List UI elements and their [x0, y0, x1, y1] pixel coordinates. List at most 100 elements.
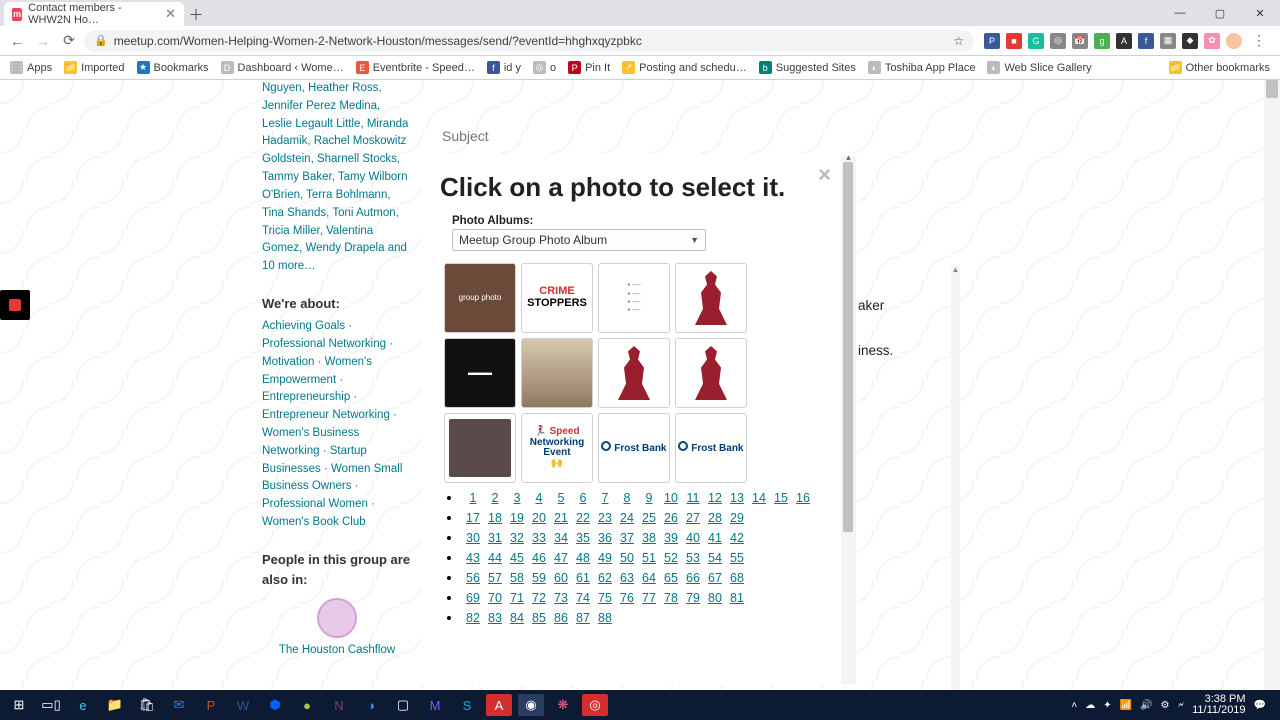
page-link[interactable]: 67 [708, 571, 722, 585]
page-link[interactable]: 15 [774, 491, 788, 505]
page-link[interactable]: 2 [488, 491, 502, 505]
photo-thumb[interactable] [598, 338, 670, 408]
photo-thumb[interactable] [521, 338, 593, 408]
about-tags[interactable]: Achieving Goals · Professional Networkin… [262, 318, 412, 532]
window-maximize-button[interactable]: ▢ [1200, 0, 1240, 26]
page-link[interactable]: 88 [598, 611, 612, 625]
page-link[interactable]: 71 [510, 591, 524, 605]
page-link[interactable]: 40 [686, 531, 700, 545]
page-link[interactable]: 54 [708, 551, 722, 565]
page-link[interactable]: 45 [510, 551, 524, 565]
page-link[interactable]: 46 [532, 551, 546, 565]
bm-o[interactable]: ◎o [533, 61, 556, 74]
modal-close-button[interactable]: × [818, 162, 831, 188]
page-link[interactable]: 29 [730, 511, 744, 525]
page-link[interactable]: 19 [510, 511, 524, 525]
page-link[interactable]: 39 [664, 531, 678, 545]
profile-avatar-icon[interactable] [1226, 33, 1242, 49]
ext-icon[interactable]: P [984, 33, 1000, 49]
page-link[interactable]: 1 [466, 491, 480, 505]
page-link[interactable]: 44 [488, 551, 502, 565]
photo-thumb[interactable]: Frost Bank [675, 413, 747, 483]
tray-battery-icon[interactable]: 🗲 [1177, 700, 1184, 711]
new-tab-button[interactable]: ＋ [184, 2, 208, 26]
onenote-icon[interactable]: N [326, 694, 352, 716]
word-icon[interactable]: W [230, 694, 256, 716]
page-link[interactable]: 26 [664, 511, 678, 525]
nav-forward-button[interactable]: → [32, 30, 54, 52]
page-link[interactable]: 4 [532, 491, 546, 505]
bm-dashboard[interactable]: DDashboard ‹ Wome… [221, 61, 344, 74]
bm-apps[interactable]: ⋮⋮Apps [10, 61, 52, 74]
dropbox-icon[interactable]: ⬢ [262, 694, 288, 716]
page-link[interactable]: 33 [532, 531, 546, 545]
page-link[interactable]: 50 [620, 551, 634, 565]
page-link[interactable]: 81 [730, 591, 744, 605]
ext-icon[interactable]: ■ [1006, 33, 1022, 49]
url-input[interactable]: 🔒 meetup.com/Women-Helping-Women-2-Netwo… [84, 30, 974, 52]
bm-pinit[interactable]: PPin It [568, 61, 610, 74]
window-close-button[interactable]: ✕ [1240, 0, 1280, 26]
page-link[interactable]: 10 [664, 491, 678, 505]
page-link[interactable]: 25 [642, 511, 656, 525]
page-link[interactable]: 80 [708, 591, 722, 605]
page-link[interactable]: 7 [598, 491, 612, 505]
page-link[interactable]: 11 [686, 491, 700, 505]
page-link[interactable]: 49 [598, 551, 612, 565]
page-link[interactable]: 69 [466, 591, 480, 605]
page-link[interactable]: 3 [510, 491, 524, 505]
page-link[interactable]: 12 [708, 491, 722, 505]
page-link[interactable]: 78 [664, 591, 678, 605]
start-button[interactable]: ⊞ [6, 694, 32, 716]
page-link[interactable]: 64 [642, 571, 656, 585]
page-link[interactable]: 83 [488, 611, 502, 625]
page-link[interactable]: 6 [576, 491, 590, 505]
page-link[interactable]: 17 [466, 511, 480, 525]
page-link[interactable]: 62 [598, 571, 612, 585]
system-tray[interactable]: ˄ ☁ ✦ 📶 🔊 ⚙ 🗲 3:38 PM11/11/2019 💬 [1071, 694, 1274, 716]
photo-thumb[interactable]: ▬▬▬ [444, 338, 516, 408]
page-link[interactable]: 21 [554, 511, 568, 525]
acrobat-icon[interactable]: A [486, 694, 512, 716]
related-group[interactable]: The Houston Cashflow [262, 598, 412, 660]
page-link[interactable]: 79 [686, 591, 700, 605]
photo-thumb[interactable] [444, 413, 516, 483]
page-link[interactable]: 47 [554, 551, 568, 565]
page-link[interactable]: 68 [730, 571, 744, 585]
page-link[interactable]: 23 [598, 511, 612, 525]
page-link[interactable]: 30 [466, 531, 480, 545]
tray-charm-icon[interactable]: ✦ [1103, 700, 1111, 711]
ext-icon[interactable]: g [1094, 33, 1110, 49]
page-link[interactable]: 58 [510, 571, 524, 585]
photo-thumb[interactable] [675, 338, 747, 408]
ext-icon[interactable]: ✿ [1204, 33, 1220, 49]
page-link[interactable]: 35 [576, 531, 590, 545]
page-link[interactable]: 48 [576, 551, 590, 565]
bm-suggested[interactable]: bSuggested Sites [759, 61, 856, 74]
bm-toshiba[interactable]: ◐Toshiba App Place [868, 61, 976, 74]
outlook-icon[interactable]: ✉ [166, 694, 192, 716]
page-link[interactable]: 22 [576, 511, 590, 525]
photo-thumb[interactable]: 🏃‍♀️ SpeedNetworkingEvent🙌 [521, 413, 593, 483]
ext-icon[interactable]: A [1116, 33, 1132, 49]
page-link[interactable]: 41 [708, 531, 722, 545]
photo-thumb[interactable]: ▪ —▪ —▪ —▪ — [598, 263, 670, 333]
photo-thumb[interactable] [675, 263, 747, 333]
app-icon[interactable]: ▢ [390, 694, 416, 716]
ext-icon[interactable]: ◆ [1182, 33, 1198, 49]
page-link[interactable]: 66 [686, 571, 700, 585]
page-link[interactable]: 34 [554, 531, 568, 545]
app-icon[interactable]: ◑ [358, 694, 384, 716]
skype-icon[interactable]: S [454, 694, 480, 716]
page-link[interactable]: 24 [620, 511, 634, 525]
photo-thumb[interactable]: group photo [444, 263, 516, 333]
chrome-menu-button[interactable]: ⋮ [1248, 32, 1268, 49]
tray-cloud-icon[interactable]: ☁ [1085, 700, 1095, 711]
page-link[interactable]: 9 [642, 491, 656, 505]
bm-eventbrite[interactable]: EEventbrite - Speed… [356, 61, 475, 74]
page-link[interactable]: 38 [642, 531, 656, 545]
app-icon[interactable]: ◎ [582, 694, 608, 716]
page-link[interactable]: 55 [730, 551, 744, 565]
page-link[interactable]: 5 [554, 491, 568, 505]
page-link[interactable]: 18 [488, 511, 502, 525]
